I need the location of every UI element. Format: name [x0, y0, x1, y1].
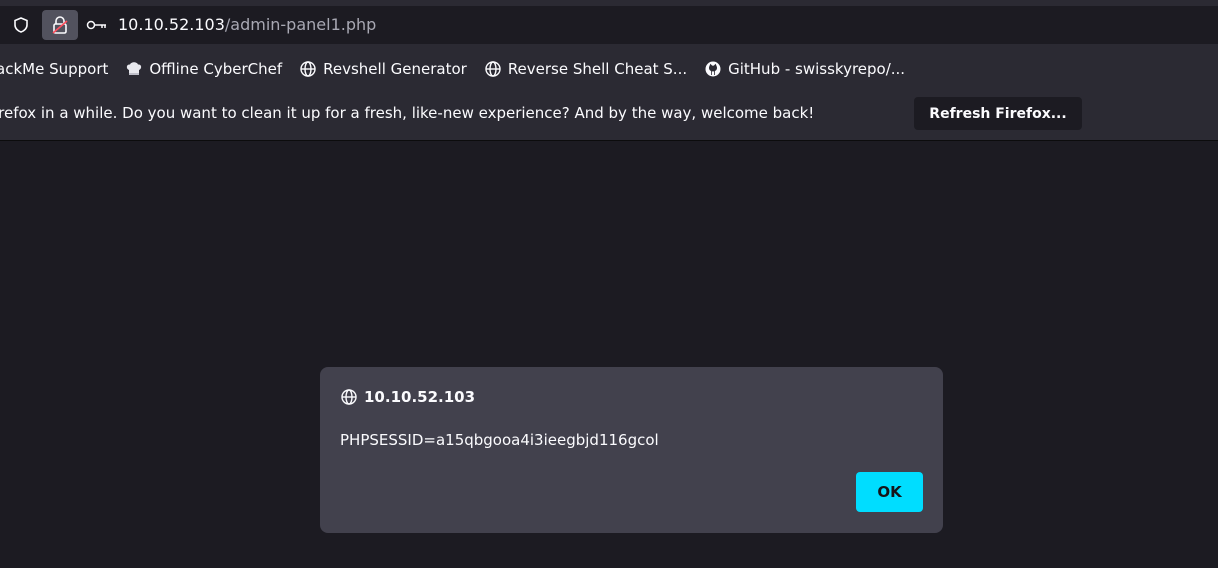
globe-icon	[484, 60, 502, 78]
refresh-firefox-button[interactable]: Refresh Firefox...	[914, 97, 1082, 130]
url-host: 10.10.52.103	[118, 15, 225, 34]
dialog-title: 10.10.52.103	[340, 388, 475, 406]
dialog-message: PHPSESSID=a15qbgooa4i3ieegbjd116gcol	[340, 431, 659, 449]
notification-text: irefox in a while. Do you want to clean …	[0, 104, 815, 122]
url-bar: 10.10.52.103/admin-panel1.php	[0, 0, 1218, 50]
ok-button[interactable]: OK	[856, 472, 923, 512]
refresh-notification-bar: irefox in a while. Do you want to clean …	[0, 88, 1218, 141]
chef-hat-icon	[125, 60, 143, 78]
bookmark-label: Reverse Shell Cheat S...	[507, 60, 688, 78]
bookmark-label: ackMe Support	[0, 60, 109, 78]
bookmark-offline-cyberchef[interactable]: Offline CyberChef	[125, 60, 282, 78]
key-icon[interactable]	[84, 12, 110, 38]
bookmark-label: GitHub - swisskyrepo/...	[728, 60, 906, 78]
github-icon	[704, 60, 722, 78]
bookmark-reverse-shell-cheat[interactable]: Reverse Shell Cheat S...	[484, 60, 687, 78]
bookmark-revshell-generator[interactable]: Revshell Generator	[299, 60, 467, 78]
alert-dialog: 10.10.52.103 PHPSESSID=a15qbgooa4i3ieegb…	[320, 367, 943, 533]
address-field[interactable]: 10.10.52.103/admin-panel1.php	[0, 6, 1218, 44]
bookmarks-toolbar: ackMe Support Offline CyberChef Revshell…	[0, 50, 1218, 88]
globe-icon	[299, 60, 317, 78]
shield-icon[interactable]	[8, 12, 34, 38]
lock-icon[interactable]	[42, 10, 78, 40]
bookmark-hackme-support[interactable]: ackMe Support	[0, 60, 108, 78]
bookmark-label: Revshell Generator	[323, 60, 467, 78]
url-text[interactable]: 10.10.52.103/admin-panel1.php	[118, 15, 376, 35]
bookmark-github-swisskyrepo[interactable]: GitHub - swisskyrepo/...	[704, 60, 905, 78]
globe-icon	[341, 389, 357, 405]
dialog-origin: 10.10.52.103	[364, 388, 476, 406]
bookmark-label: Offline CyberChef	[149, 60, 283, 78]
url-path: /admin-panel1.php	[224, 15, 377, 34]
